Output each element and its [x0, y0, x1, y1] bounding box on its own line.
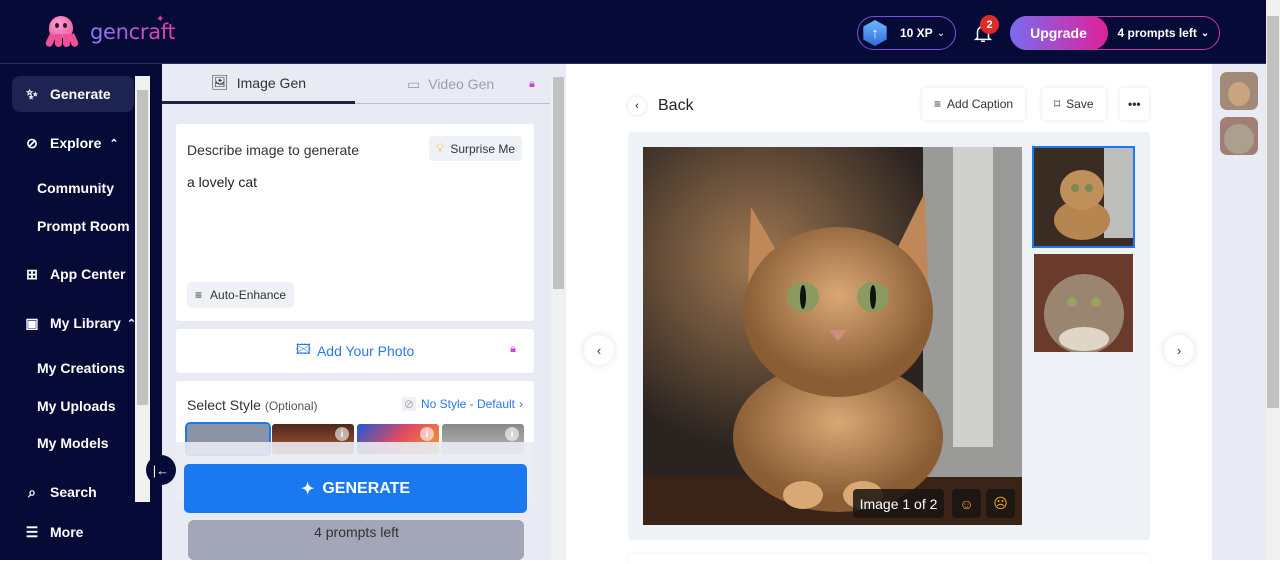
sidebar-item-label: My Library: [50, 315, 121, 331]
viewer-card: Image 1 of 2 ☺ ☹: [628, 132, 1150, 540]
prompts-left-dropdown[interactable]: 4 prompts left ⌄: [1118, 26, 1210, 40]
generated-image[interactable]: Image 1 of 2 ☺ ☹: [643, 147, 1022, 525]
octopus-logo-icon: [44, 14, 80, 50]
gen-tabs: 🖼︎ Image Gen ▭ Video Gen 🔒︎: [162, 64, 550, 104]
smile-emoji-icon: ☺: [959, 495, 974, 512]
sidebar-item-explore[interactable]: ⊘ Explore ⌃: [12, 125, 119, 161]
surprise-me-button[interactable]: 💡︎ Surprise Me: [428, 136, 522, 161]
add-image-icon: 🖾: [295, 341, 311, 357]
chevron-left-icon: ‹: [628, 97, 646, 115]
sparkles-icon: ✨︎: [26, 85, 38, 102]
xp-value: 10 XP: [900, 26, 933, 40]
sidebar-item-search[interactable]: ⌕ Search: [12, 474, 97, 510]
save-button[interactable]: ⌑ Save: [1042, 88, 1106, 120]
search-icon: ⌕: [28, 483, 36, 500]
back-button[interactable]: ‹ Back: [628, 97, 694, 115]
prompt-label: Describe image to generate: [187, 142, 359, 158]
add-photo-button[interactable]: 🖾 Add Your Photo 🔒︎: [176, 329, 534, 373]
info-icon[interactable]: i: [420, 427, 434, 441]
dislike-button[interactable]: ☹: [986, 489, 1015, 518]
frown-emoji-icon: ☹: [993, 495, 1008, 511]
image-icon: 🖼︎: [210, 74, 229, 90]
details-card: [628, 554, 1150, 564]
window-scrollbar[interactable]: [1266, 0, 1280, 560]
generate-button[interactable]: ✦ GENERATE: [184, 464, 527, 513]
add-caption-button[interactable]: ≡ Add Caption: [922, 88, 1026, 120]
enhance-list-icon: ≡: [195, 288, 203, 302]
collapse-sidebar-button[interactable]: |←: [146, 455, 176, 485]
apps-grid-icon: ⊞: [26, 265, 38, 282]
notification-badge: 2: [980, 15, 999, 34]
upgrade-group: Upgrade 4 prompts left ⌄: [1009, 16, 1220, 50]
sidebar-item-app-center[interactable]: ⊞ App Center: [12, 256, 125, 292]
more-options-button[interactable]: •••: [1120, 88, 1149, 120]
bookmark-icon: ⌑: [1054, 97, 1061, 111]
level-up-arrow-icon: ↑: [863, 20, 887, 46]
lock-icon: 🔒︎: [529, 78, 535, 90]
info-icon[interactable]: i: [505, 427, 519, 441]
sidebar-item-label: Generate: [50, 86, 111, 102]
upgrade-button[interactable]: Upgrade: [1009, 16, 1108, 50]
image-thumbnail-1[interactable]: [1032, 146, 1135, 248]
panel-scrollbar[interactable]: [551, 77, 566, 560]
menu-icon: ☰: [25, 523, 39, 540]
history-thumbnail[interactable]: [1220, 117, 1258, 155]
top-bar: gencraft ✦ ↑ 10 XP ⌄ 2 Upgrade 4 prompts…: [0, 0, 1266, 64]
sidebar-item-label: App Center: [50, 266, 126, 282]
image-thumbnail-2[interactable]: [1034, 254, 1133, 352]
history-thumbnail[interactable]: [1220, 72, 1258, 110]
sidebar-item-prompt-room[interactable]: Prompt Room: [37, 218, 130, 234]
lock-icon: 🔒︎: [510, 343, 516, 355]
style-selector[interactable]: ⊘ No Style - Default ›: [401, 397, 523, 411]
sparkles-icon: ✦: [300, 480, 315, 498]
video-camera-icon: ▭: [407, 75, 421, 92]
image-viewer: ‹ Back ≡ Add Caption ⌑ Save ••• Image 1 …: [566, 64, 1212, 564]
generation-panel: 🖼︎ Image Gen ▭ Video Gen 🔒︎ Describe ima…: [162, 64, 566, 560]
tab-image-gen[interactable]: 🖼︎ Image Gen: [162, 64, 355, 104]
lightbulb-icon: 💡︎: [435, 141, 445, 155]
sidebar-item-community[interactable]: Community: [37, 180, 114, 196]
chevron-down-icon: ⌄: [1200, 27, 1210, 39]
sidebar-item-my-uploads[interactable]: My Uploads: [37, 398, 116, 414]
sidebar-item-label: Explore: [50, 135, 102, 151]
caption-lines-icon: ≡: [934, 97, 942, 111]
chevron-right-icon: ›: [1176, 342, 1182, 358]
chevron-down-icon: ⌄: [936, 27, 946, 39]
sparkle-icon: ✦: [156, 14, 165, 25]
no-style-icon: ⊘: [401, 397, 416, 411]
sidebar-item-more[interactable]: ☰ More: [12, 514, 84, 550]
collapse-arrow-icon: |←: [152, 462, 170, 478]
chevron-right-icon: ›: [519, 397, 523, 411]
ellipsis-icon: •••: [1128, 97, 1141, 111]
history-rail: [1212, 64, 1266, 560]
auto-enhance-button[interactable]: ≡ Auto-Enhance: [187, 282, 295, 308]
like-button[interactable]: ☺: [952, 489, 981, 518]
image-counter: Image 1 of 2: [853, 489, 944, 518]
compass-icon: ⊘: [26, 134, 38, 151]
sidebar-item-label: Search: [50, 484, 97, 500]
prompts-left-label: 4 prompts left: [1117, 26, 1197, 40]
sidebar-item-my-library[interactable]: ▣ My Library ⌃: [12, 305, 136, 341]
chevron-left-icon: ‹: [596, 342, 602, 358]
prompt-card: Describe image to generate 💡︎ Surprise M…: [176, 124, 534, 321]
select-style-label: Select Style (Optional): [187, 397, 318, 413]
next-image-button[interactable]: ›: [1164, 335, 1194, 365]
sidebar-item-generate[interactable]: ✨︎ Generate: [12, 76, 134, 112]
info-icon[interactable]: i: [335, 427, 349, 441]
sidebar-item-my-models[interactable]: My Models: [37, 435, 109, 451]
xp-dropdown[interactable]: ↑ 10 XP ⌄: [857, 16, 956, 50]
tab-video-gen[interactable]: ▭ Video Gen: [407, 64, 494, 104]
previous-image-button[interactable]: ‹: [584, 335, 614, 365]
chevron-up-icon: ⌃: [109, 137, 119, 150]
sidebar-scrollbar[interactable]: [135, 76, 150, 502]
sidebar-item-my-creations[interactable]: My Creations: [37, 360, 125, 376]
prompt-input[interactable]: a lovely cat: [187, 174, 257, 190]
sidebar-item-label: More: [50, 524, 84, 540]
prompts-left-text: 4 prompts left: [314, 524, 399, 540]
library-icon: ▣: [25, 314, 39, 331]
